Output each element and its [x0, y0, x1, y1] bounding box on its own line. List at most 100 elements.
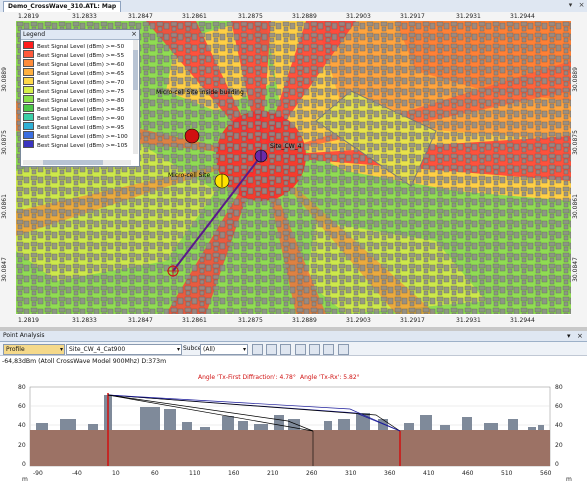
x-tick: 60: [151, 470, 159, 477]
point-analysis-title: Point Analysis: [3, 332, 45, 339]
y-tick: 60: [555, 403, 563, 410]
x-tick: 1.2819: [18, 13, 39, 20]
y-tick: 30.0889: [571, 67, 579, 92]
x-tick: 31.2903: [346, 317, 371, 324]
y-tick: 20: [555, 442, 563, 449]
signal-info: -64,83dBm (Atoll CrossWave Model 900Mhz)…: [2, 358, 167, 365]
y-tick: 30.0847: [0, 257, 8, 282]
legend-swatch: [23, 140, 34, 148]
subcell-value: (All): [203, 346, 216, 353]
x-tick: 110: [189, 470, 201, 477]
x-tick: 31.2875: [238, 317, 263, 324]
y-tick: 0: [555, 461, 559, 468]
map-panel[interactable]: 1.2819 31.2833 31.2847 31.2861 31.2875 3…: [0, 12, 587, 327]
x-tick: 31.2917: [400, 317, 425, 324]
transmitter-value: Site_CW_4_Cat900: [69, 346, 126, 353]
legend-scrollbar[interactable]: [133, 40, 138, 154]
legend-item: Best Signal Level (dBm) >=-65: [23, 68, 124, 77]
x-tick: 260: [306, 470, 318, 477]
close-icon[interactable]: ×: [577, 331, 583, 341]
x-tick: 310: [345, 470, 357, 477]
legend-swatch: [23, 86, 34, 94]
x-tick: 160: [228, 470, 240, 477]
y-tick: 30.0889: [0, 67, 8, 92]
legend-item: Best Signal Level (dBm) >=-55: [23, 50, 124, 59]
legend-item: Best Signal Level (dBm) >=-80: [23, 95, 124, 104]
legend-panel[interactable]: Legend × Best Signal Level (dBm) >=-50 Be…: [20, 29, 140, 167]
x-tick: 510: [501, 470, 513, 477]
top-ruler: 1.2819 31.2833 31.2847 31.2861 31.2875 3…: [0, 12, 587, 21]
x-tick: 31.2833: [72, 13, 97, 20]
legend-swatch: [23, 95, 34, 103]
y-tick: 30.0861: [571, 194, 579, 219]
x-tick: 31.2847: [128, 13, 153, 20]
y-unit: m: [22, 476, 28, 483]
legend-item: Best Signal Level (dBm) >=-70: [23, 77, 124, 86]
site-label: Micro-cell Site inside building: [156, 89, 244, 96]
legend-h-scrollbar[interactable]: [23, 160, 131, 165]
legend-item: Best Signal Level (dBm) >=-105: [23, 140, 128, 149]
y-tick: 80: [555, 384, 563, 391]
y-tick: 0: [22, 461, 26, 468]
x-tick: 31.2847: [128, 317, 153, 324]
mode-select[interactable]: Profile ▾: [3, 344, 65, 355]
legend-swatch: [23, 131, 34, 139]
bottom-ruler: 1.2819 31.2833 31.2847 31.2861 31.2875 3…: [0, 315, 587, 327]
y-tick: 60: [18, 403, 26, 410]
legend-item: Best Signal Level (dBm) >=-50: [23, 41, 124, 50]
y-tick: 40: [555, 422, 563, 429]
x-tick: 31.2903: [346, 13, 371, 20]
x-tick: 31.2861: [182, 13, 207, 20]
copy-icon[interactable]: [323, 344, 334, 355]
x-tick: -40: [72, 470, 82, 477]
x-tick: 360: [384, 470, 396, 477]
subcell-select[interactable]: (All) ▾: [200, 344, 248, 355]
properties-icon[interactable]: [252, 344, 263, 355]
legend-item: Best Signal Level (dBm) >=-85: [23, 104, 124, 113]
pin-icon[interactable]: ▾: [567, 331, 571, 341]
print-icon[interactable]: [338, 344, 349, 355]
table-icon[interactable]: [309, 344, 320, 355]
x-tick: 31.2944: [510, 317, 535, 324]
view-icon[interactable]: [266, 344, 277, 355]
y-tick: 30.0875: [0, 130, 8, 155]
right-ruler: 30.0889 30.0875 30.0861 30.0847: [571, 21, 587, 315]
x-tick: 560: [540, 470, 552, 477]
x-tick: 31.2861: [182, 317, 207, 324]
x-tick: 1.2819: [18, 317, 39, 324]
x-tick: 460: [462, 470, 474, 477]
legend-label: Best Signal Level (dBm) >=-105: [37, 143, 128, 149]
x-tick: 31.2917: [400, 13, 425, 20]
y-tick: 30.0861: [0, 194, 8, 219]
chart-icon[interactable]: [295, 344, 306, 355]
x-tick: 410: [423, 470, 435, 477]
legend-item: Best Signal Level (dBm) >=-75: [23, 86, 124, 95]
legend-swatch: [23, 50, 34, 58]
angle-diffraction-label: Angle 'Tx-First Diffraction': 4.78°: [198, 374, 296, 381]
transmitter-select[interactable]: Site_CW_4_Cat900 ▾: [66, 344, 182, 355]
close-icon[interactable]: ×: [577, 1, 586, 10]
export-icon[interactable]: [280, 344, 291, 355]
y-tick: 20: [18, 442, 26, 449]
x-tick: 31.2889: [292, 317, 317, 324]
left-ruler: 30.0889 30.0875 30.0861 30.0847: [0, 21, 16, 315]
legend-item: Best Signal Level (dBm) >=-100: [23, 131, 128, 140]
legend-item: Best Signal Level (dBm) >=-90: [23, 113, 124, 122]
x-tick: 210: [267, 470, 279, 477]
site-label: Micro-cell Site: [168, 172, 211, 179]
x-tick: 31.2875: [238, 13, 263, 20]
legend-item: Best Signal Level (dBm) >=-95: [23, 122, 124, 131]
map-document-tab[interactable]: Demo_CrossWave_310.ATL: Map: [3, 1, 122, 12]
x-tick: 10: [112, 470, 120, 477]
legend-item: Best Signal Level (dBm) >=-60: [23, 59, 124, 68]
y-tick: 30.0875: [571, 130, 579, 155]
x-tick: 31.2833: [72, 317, 97, 324]
legend-close-icon[interactable]: ×: [131, 30, 137, 39]
legend-swatch: [23, 104, 34, 112]
y-tick: 40: [18, 422, 26, 429]
point-analysis-panel: Point Analysis ▾ × Profile ▾ Site_CW_4_Ca…: [0, 331, 587, 485]
terrain-profile[interactable]: Angle 'Tx-First Diffraction': 4.78° Angl…: [0, 365, 587, 485]
y-tick: 80: [18, 384, 26, 391]
legend-swatch: [23, 41, 34, 49]
pin-icon[interactable]: ▾: [566, 1, 575, 10]
